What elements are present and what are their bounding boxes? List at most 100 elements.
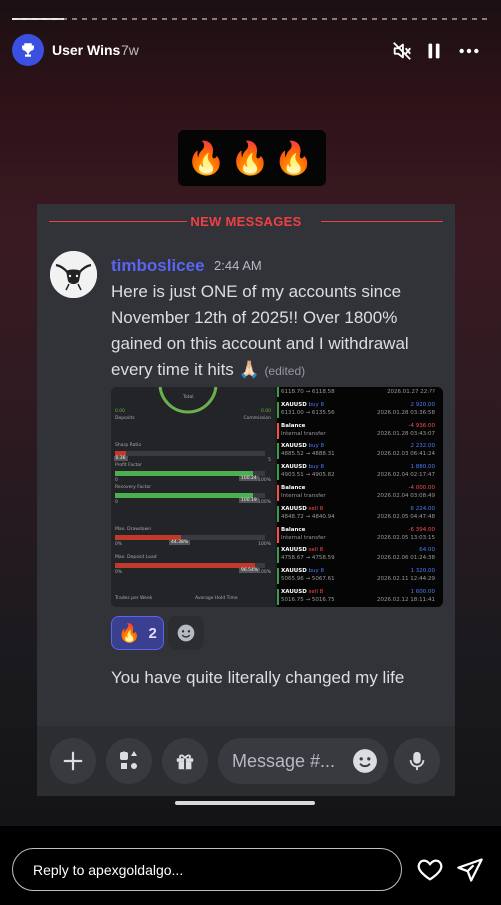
gift-button[interactable] — [162, 738, 208, 784]
deposits-label: Deposits — [115, 416, 135, 421]
trade-detail: 6118.70 → 6118.58 — [281, 389, 335, 395]
trade-value: -6 394.00 — [408, 526, 435, 533]
message-time: 2:44 AM — [214, 258, 262, 273]
trade-row: XAUUSD buy 8 1 320.00 5065.96 → 5067.61 202… — [277, 568, 439, 588]
trades-per-week-label: Trades per Week — [115, 596, 153, 601]
deposits-value: 0.00 — [115, 409, 126, 414]
trade-row: XAUUSD sell 8 1 600.00 5016.75 → 5016.75 20… — [277, 589, 439, 607]
trade-symbol: Balance — [281, 422, 306, 429]
trade-symbol: XAUUSD — [281, 464, 307, 471]
trophy-icon — [22, 43, 34, 57]
edited-tag: (edited) — [264, 364, 306, 378]
metric-label: Sharp Ratio — [115, 443, 142, 448]
trade-row: XAUUSD sell 8 64.00 4758.67 → 4758.59 2026.… — [277, 547, 439, 567]
plus-button[interactable] — [50, 738, 96, 784]
trade-marker — [277, 422, 279, 439]
plus-icon — [63, 751, 83, 771]
trade-action: buy 8 — [306, 401, 325, 408]
trade-value: -4 000.00 — [408, 485, 435, 491]
metric-badge: 96.54% — [239, 568, 261, 573]
new-messages-label: NEW MESSAGES — [190, 214, 302, 229]
trade-marker — [277, 589, 279, 605]
mute-icon[interactable] — [391, 40, 413, 62]
metric-max: 100% — [258, 542, 271, 547]
reply-input[interactable]: Reply to apexgoldalgo... — [12, 848, 402, 891]
emoji-icon[interactable] — [352, 748, 378, 774]
metric-badge: 44.38% — [169, 540, 191, 545]
trade-row: Balance -6 394.00 Internal transfer 2026.02… — [277, 526, 439, 547]
trade-symbol: XAUUSD — [281, 568, 307, 575]
story-time: 7w — [121, 42, 139, 58]
trade-value: 64.00 — [419, 547, 435, 554]
pause-icon[interactable] — [423, 40, 445, 62]
trade-value: 1 600.00 — [410, 589, 436, 595]
trade-date: 2026.02.05 13:03:15 — [377, 534, 435, 541]
voice-button[interactable] — [394, 738, 440, 784]
commission-value: 0.00 — [260, 409, 271, 414]
story-avatar[interactable] — [12, 34, 44, 66]
trade-marker — [277, 526, 279, 543]
trade-action: sell 8 — [306, 505, 324, 512]
gauge-ring — [158, 387, 218, 414]
trade-detail: 4848.72 → 4840.94 — [281, 513, 335, 520]
trade-action: buy 8 — [306, 568, 325, 575]
trade-marker — [277, 568, 279, 585]
trade-date: 2026.02.03 06:41:24 — [377, 451, 435, 458]
trade-action: sell 8 — [306, 589, 324, 595]
add-reaction-button[interactable] — [168, 616, 204, 650]
bull-logo-icon — [50, 251, 97, 298]
reply-placeholder: Reply to apexgoldalgo... — [33, 862, 184, 878]
trade-row: Balance -4 000.00 Internal transfer 2026.02… — [277, 485, 439, 505]
trade-date: 2026.02.06 01:24:38 — [377, 555, 435, 562]
trade-detail: Internal transfer — [281, 430, 326, 437]
author-name[interactable]: timboslicee — [111, 256, 205, 276]
apps-icon — [120, 751, 137, 769]
home-indicator — [175, 801, 315, 805]
message-text: Here is just ONE of my accounts since No… — [111, 279, 441, 384]
second-message: You have quite literally changed my life — [111, 668, 405, 687]
more-icon[interactable] — [458, 40, 480, 62]
send-icon[interactable] — [456, 856, 484, 884]
trade-detail: 5065.96 → 5067.61 — [281, 576, 335, 583]
metric-bar — [115, 451, 265, 456]
metric-min: 0 — [115, 500, 118, 505]
trade-symbol: XAUUSD — [281, 547, 307, 554]
message-input-placeholder: Message #... — [232, 751, 336, 771]
metric-max: 5 — [268, 458, 271, 463]
trade-value: 2 232.00 — [410, 443, 436, 450]
metric-label: Recovery Factor — [115, 485, 152, 490]
metric-max: 100% — [258, 500, 271, 505]
trade-date: 2026.02.05 04:47:48 — [377, 513, 435, 520]
apps-button[interactable] — [106, 738, 152, 784]
metric-min: 0% — [115, 542, 123, 547]
metric-min: 0 — [115, 478, 118, 483]
metric-label: Max. Deposit Load — [115, 555, 157, 560]
mic-icon — [409, 751, 425, 771]
trade-detail: 4885.52 → 4888.31 — [281, 451, 335, 458]
stats-panel: Total 0.00 Deposits 0.00 Commission Shar… — [111, 387, 275, 607]
trade-date: 2026.01.28 03:36:58 — [377, 409, 435, 416]
trade-marker — [277, 464, 279, 481]
trade-marker — [277, 401, 279, 418]
trade-detail: 4903.51 → 4905.82 — [281, 472, 335, 479]
author-avatar[interactable] — [50, 251, 97, 298]
metric-bar-fill — [115, 471, 253, 476]
story-username[interactable]: User Wins — [52, 42, 120, 58]
trade-row: Balance -4 936.00 Internal transfer 2026.01… — [277, 422, 439, 443]
trade-symbol: XAUUSD — [281, 401, 307, 408]
trading-screenshot-attachment[interactable]: Total 0.00 Deposits 0.00 Commission Shar… — [111, 387, 443, 607]
trade-symbol: Balance — [281, 526, 306, 533]
message-input[interactable]: Message #... — [218, 738, 388, 784]
fire-reaction[interactable]: 🔥 2 — [111, 616, 164, 650]
metric-label: Max. Drawdown — [115, 527, 152, 532]
trade-symbol: XAUUSD — [281, 589, 307, 595]
metric-bar-fill — [115, 493, 253, 498]
trade-row: XAUUSD buy 8 1 880.00 4903.51 → 4905.82 202… — [277, 464, 439, 484]
trade-row: XAUUSD sell 8 6 224.00 4848.72 → 4840.94 20… — [277, 505, 439, 526]
metric-label: Profit Factor — [115, 463, 142, 468]
metric-bar-fill — [115, 563, 255, 568]
trade-action: sell 8 — [306, 547, 324, 554]
metric-max: 100% — [258, 478, 271, 483]
heart-icon[interactable] — [416, 856, 444, 884]
trade-marker — [277, 387, 279, 397]
